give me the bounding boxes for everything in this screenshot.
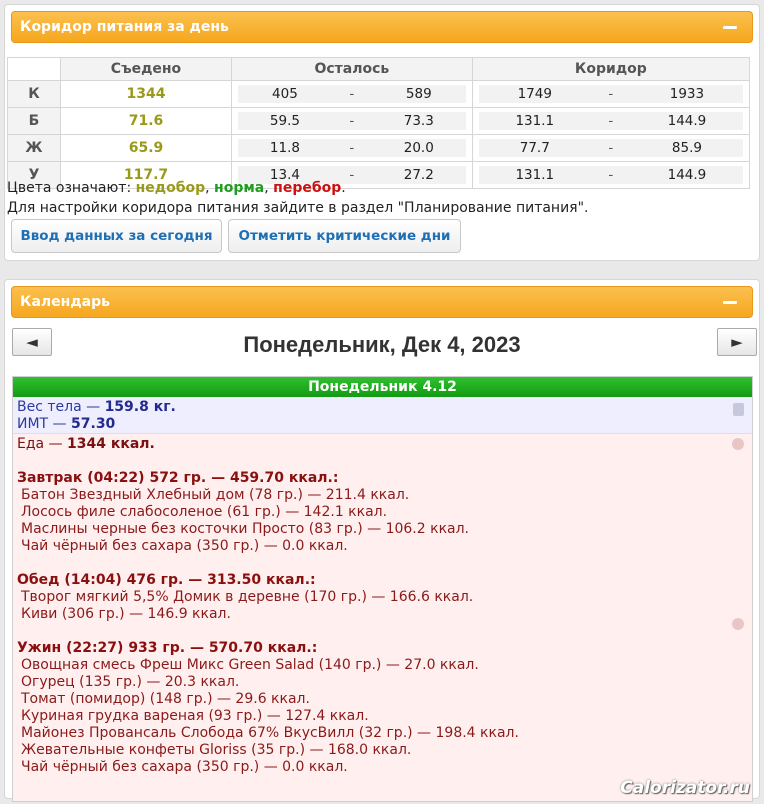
food-item[interactable]: Огурец (135 гр.) — 20.3 ккал. xyxy=(17,674,748,691)
header-eaten: Съедено xyxy=(60,57,232,81)
range-dash: - xyxy=(608,86,614,102)
corridor-from: 77.7 xyxy=(519,140,550,156)
calendar-panel: Календарь ◄ Понедельник, Дек 4, 2023 ► П… xyxy=(4,279,760,802)
mark-critical-days-button[interactable]: Отметить критические дни xyxy=(228,219,461,253)
food-icon[interactable] xyxy=(732,438,744,450)
left-range: 11.8 - 20.0 xyxy=(231,134,473,162)
collapse-icon[interactable] xyxy=(723,301,737,304)
range-dash: - xyxy=(349,113,355,129)
corridor-to: 144.9 xyxy=(667,167,707,183)
food-item[interactable]: Киви (306 гр.) — 146.9 ккал. xyxy=(17,606,748,623)
watermark: Calorizator.ru xyxy=(620,778,750,798)
table-row: К 1344 405 - 589 1749 - 1933 xyxy=(7,80,751,108)
meal-title: Обед (14:04) 476 гр. — 313.50 ккал.: xyxy=(17,572,316,588)
header-corridor: Коридор xyxy=(471,57,751,81)
range-dash: - xyxy=(349,86,355,102)
corridor-range: 131.1 - 144.9 xyxy=(471,107,751,135)
eaten-value: 71.6 xyxy=(60,107,232,135)
current-date: Понедельник, Дек 4, 2023 xyxy=(243,332,521,357)
legend-ok: норма xyxy=(214,180,265,196)
table-row: Ж 65.9 11.8 - 20.0 77.7 - 85.9 xyxy=(7,134,751,162)
bmi-row: ИМТ — 57.30 xyxy=(17,416,116,432)
food-item[interactable]: Жевательные конфеты Gloriss (35 гр.) — 1… xyxy=(17,742,748,759)
food-item[interactable]: Творог мягкий 5,5% Домик в деревне (170 … xyxy=(17,589,748,606)
left-range: 59.5 - 73.3 xyxy=(231,107,473,135)
range-dash: - xyxy=(608,167,614,183)
left-range: 405 - 589 xyxy=(231,80,473,108)
range-dash: - xyxy=(608,113,614,129)
left-to: 589 xyxy=(405,86,432,102)
food-item[interactable]: Овощная смесь Фреш Микс Green Salad (140… xyxy=(17,657,748,674)
scale-icon[interactable] xyxy=(733,403,744,416)
corridor-to: 1933 xyxy=(669,86,705,102)
collapse-icon[interactable] xyxy=(723,26,737,29)
enter-today-button[interactable]: Ввод данных за сегодня xyxy=(11,219,222,253)
calendar-panel-header[interactable]: Календарь xyxy=(11,286,753,318)
food-item[interactable]: Томат (помидор) (148 гр.) — 29.6 ккал. xyxy=(17,691,748,708)
food-item[interactable]: Чай чёрный без сахара (350 гр.) — 0.0 кк… xyxy=(17,538,748,555)
row-label: Б xyxy=(7,107,61,135)
table-row: Б 71.6 59.5 - 73.3 131.1 - 144.9 xyxy=(7,107,751,135)
settings-note: Для настройки коридора питания зайдите в… xyxy=(7,200,589,216)
food-item[interactable]: Куриная грудка вареная (93 гр.) — 127.4 … xyxy=(17,708,748,725)
food-block: Еда — 1344 ккал. Завтрак (04:22) 572 гр.… xyxy=(13,434,752,801)
range-dash: - xyxy=(349,140,355,156)
color-legend: Цвета означают: недобор, норма, перебор. xyxy=(7,180,346,196)
row-label: К xyxy=(7,80,61,108)
food-item[interactable]: Майонез Провансаль Слобода 67% ВкусВилл … xyxy=(17,725,748,742)
range-dash: - xyxy=(608,140,614,156)
weight-value: 159.8 кг. xyxy=(104,399,176,415)
corridor-range: 1749 - 1933 xyxy=(471,80,751,108)
corridor-table: Съедено Осталось Коридор К 1344 405 - 589 174… xyxy=(7,57,751,189)
day-header[interactable]: Понедельник 4.12 xyxy=(13,377,752,397)
legend-high: перебор xyxy=(273,180,342,196)
meal-title: Ужин (22:27) 933 гр. — 570.70 ккал.: xyxy=(17,640,318,656)
legend-low: недобор xyxy=(135,180,206,196)
corridor-from: 1749 xyxy=(517,86,552,102)
left-from: 405 xyxy=(272,86,298,102)
weight-block: Вес тела — 159.8 кг. ИМТ — 57.30 xyxy=(13,397,752,434)
corridor-panel-header[interactable]: Коридор питания за день xyxy=(11,11,753,43)
row-label: Ж xyxy=(7,134,61,162)
food-item[interactable]: Чай чёрный без сахара (350 гр.) — 0.0 кк… xyxy=(17,759,748,776)
food-item[interactable]: Лосось филе слабосоленое (61 гр.) — 142.… xyxy=(17,504,748,521)
corridor-title: Коридор питания за день xyxy=(20,19,229,35)
eaten-value: 1344 xyxy=(60,80,232,108)
food-total: Еда — 1344 ккал. xyxy=(17,436,155,452)
food-item[interactable]: Маслины черные без косточки Просто (83 г… xyxy=(17,521,748,538)
corridor-from: 131.1 xyxy=(515,113,555,129)
legend: Цвета означают: недобор, норма, перебор.… xyxy=(7,178,589,218)
meals-list: Завтрак (04:22) 572 гр. — 459.70 ккал.: Б… xyxy=(17,470,748,776)
corner-cell xyxy=(7,57,61,81)
food-item[interactable]: Батон Звездный Хлебный дом (78 гр.) — 21… xyxy=(17,487,748,504)
left-from: 11.8 xyxy=(269,140,300,156)
food-icon[interactable] xyxy=(732,618,744,630)
meal-title: Завтрак (04:22) 572 гр. — 459.70 ккал.: xyxy=(17,470,339,486)
header-left: Осталось xyxy=(231,57,473,81)
food-total-value: 1344 ккал. xyxy=(67,436,155,452)
corridor-to: 85.9 xyxy=(671,140,702,156)
left-to: 73.3 xyxy=(403,113,434,129)
corridor-to: 144.9 xyxy=(667,113,707,129)
corridor-range: 77.7 - 85.9 xyxy=(471,134,751,162)
eaten-value: 65.9 xyxy=(60,134,232,162)
day-card: Понедельник 4.12 Вес тела — 159.8 кг. ИМ… xyxy=(12,376,753,802)
bmi-value: 57.30 xyxy=(71,416,116,432)
left-from: 59.5 xyxy=(269,113,300,129)
left-to: 20.0 xyxy=(403,140,434,156)
next-day-button[interactable]: ► xyxy=(717,328,757,356)
weight-row: Вес тела — 159.8 кг. xyxy=(17,399,176,415)
calendar-title: Календарь xyxy=(20,294,110,310)
